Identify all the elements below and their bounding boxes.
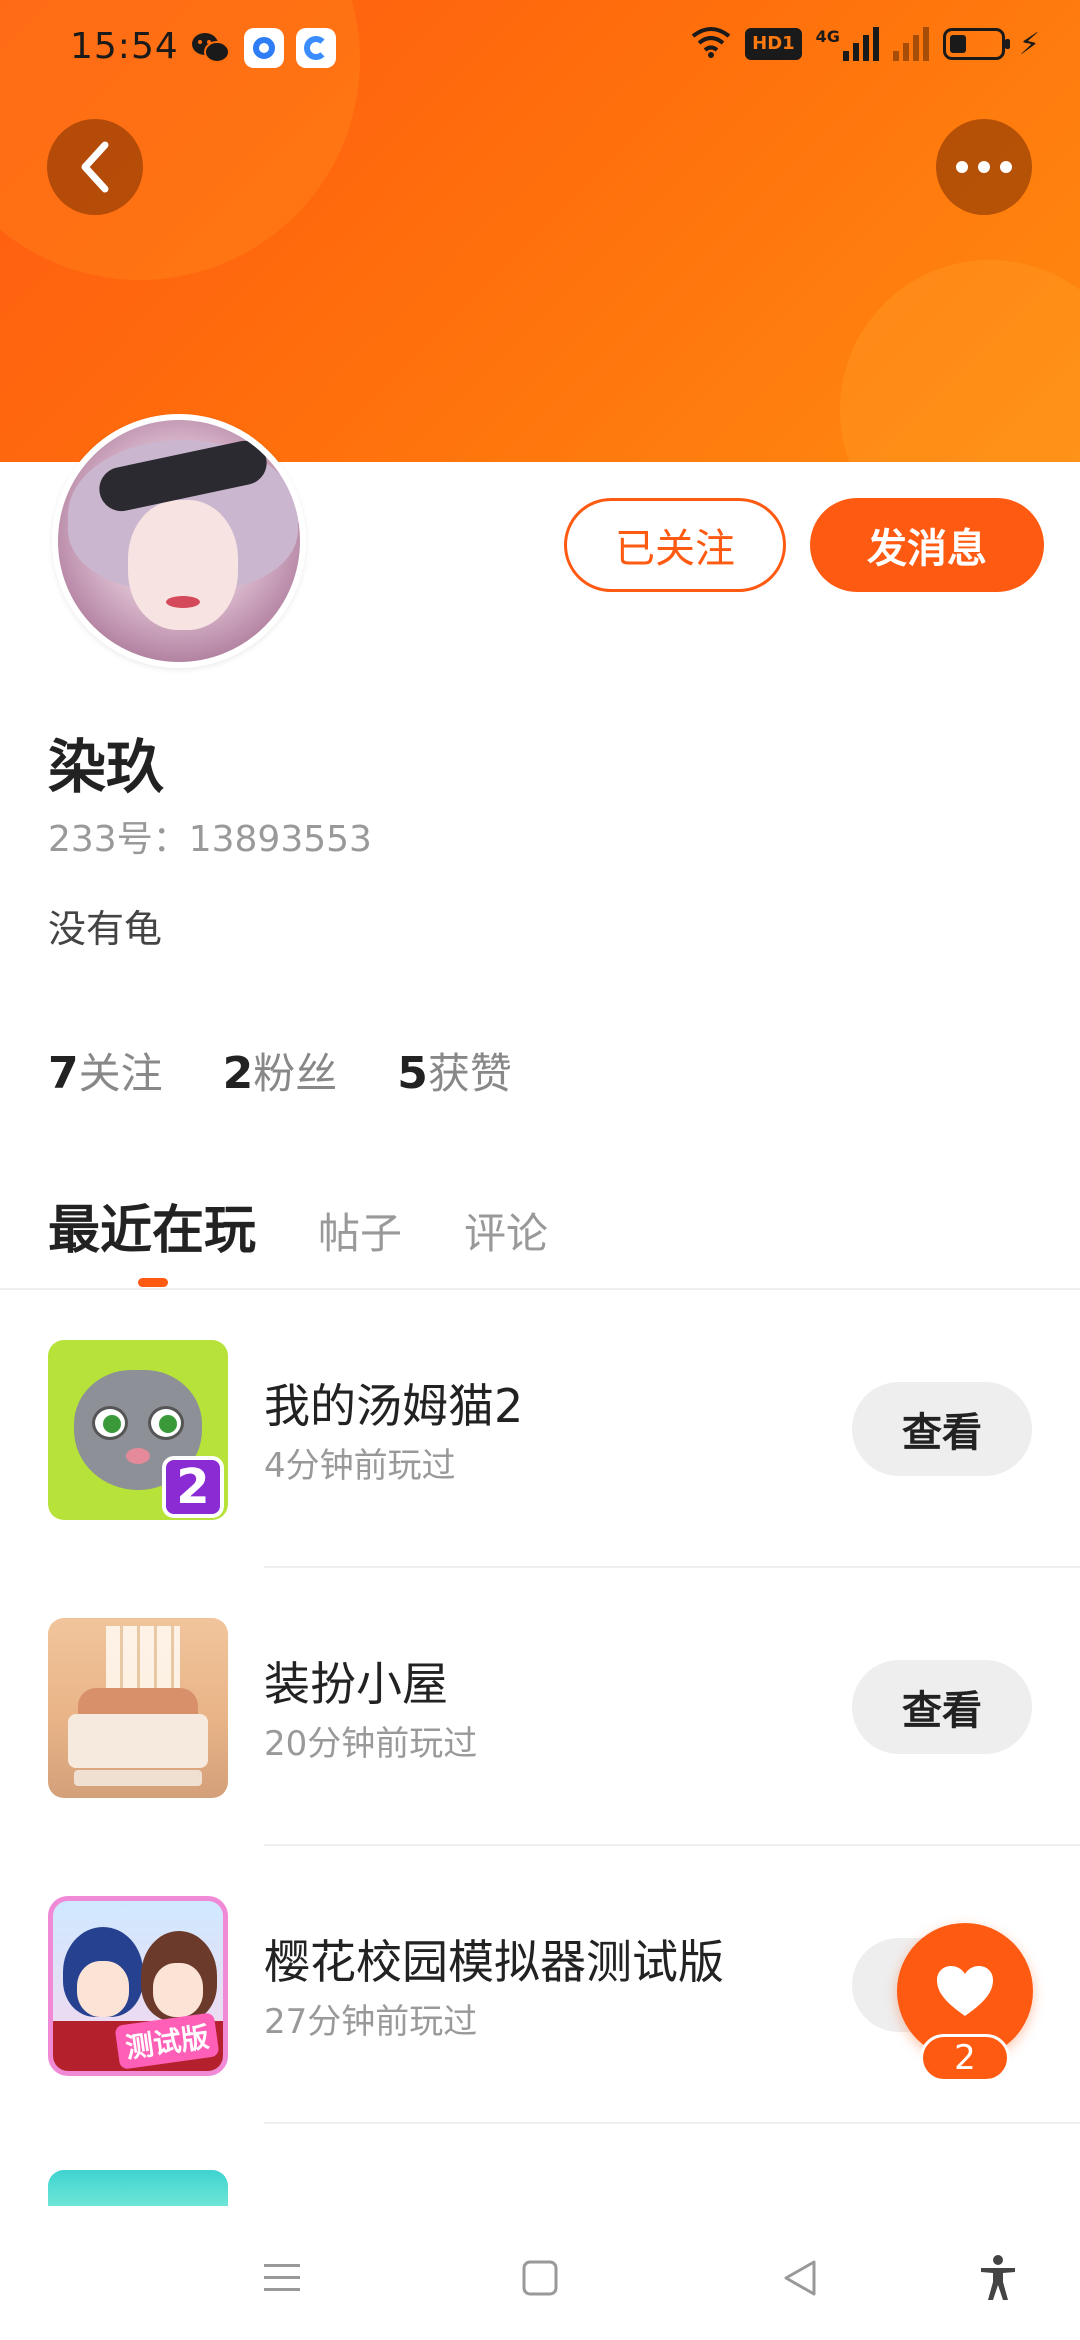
divider: [264, 2122, 1080, 2124]
signal-4g-icon: 4G: [816, 27, 879, 61]
stat-label: 关注: [78, 1049, 163, 1098]
status-right-icons: HD1 4G ⚡: [691, 26, 1040, 62]
game-icon-partial[interactable]: [48, 2170, 228, 2206]
game-badge: 2: [162, 1456, 224, 1518]
game-last-played: 27分钟前玩过: [264, 2002, 478, 2042]
send-message-button[interactable]: 发消息: [810, 498, 1044, 592]
tab-posts[interactable]: 帖子: [318, 1200, 402, 1261]
battery-icon: [942, 28, 1010, 60]
followed-button[interactable]: 已关注: [564, 498, 786, 592]
active-tab-indicator: [138, 1278, 168, 1287]
game-last-played: 4分钟前玩过: [264, 1446, 456, 1486]
username: 染玖: [48, 733, 165, 801]
menu-icon[interactable]: [252, 2248, 312, 2308]
accessibility-icon[interactable]: [968, 2248, 1028, 2308]
list-item[interactable]: 2 我的汤姆猫2 4分钟前玩过 查看: [0, 1290, 1080, 1568]
signal-icon: [892, 27, 929, 61]
sakura-school-icon[interactable]: 测试版: [48, 1896, 228, 2076]
tom-cat-icon[interactable]: 2: [48, 1340, 228, 1520]
stat-label: 粉丝: [253, 1049, 338, 1098]
more-button[interactable]: [936, 119, 1032, 215]
game-last-played: 20分钟前玩过: [264, 1724, 478, 1764]
hd-icon: HD1: [745, 28, 802, 60]
like-count: 2: [920, 2034, 1010, 2082]
wifi-icon: [691, 26, 731, 62]
browser-icon: [244, 28, 284, 68]
charging-icon: ⚡: [1018, 26, 1040, 62]
qq-browser-icon: [296, 28, 336, 68]
system-nav-bar: [0, 2208, 1080, 2340]
status-app-icons: [188, 28, 336, 68]
game-name: 装扮小屋: [264, 1657, 448, 1711]
user-bio: 没有龟: [48, 907, 163, 951]
tab-comments[interactable]: 评论: [464, 1200, 548, 1261]
view-button[interactable]: 查看: [852, 1660, 1032, 1754]
back-button[interactable]: [47, 119, 143, 215]
room-icon[interactable]: [48, 1618, 228, 1798]
stat-number: 7: [48, 1048, 79, 1099]
user-id: 233号：13893553: [48, 819, 372, 860]
wechat-icon: [188, 28, 232, 68]
status-bar: 15:54 HD1 4G ⚡: [0, 0, 1080, 96]
status-time: 15:54: [70, 26, 179, 67]
stat-likes[interactable]: 5 获赞: [397, 1040, 512, 1101]
profile-tabs: 最近在玩 帖子 评论: [48, 1188, 548, 1263]
view-button[interactable]: 查看: [852, 1382, 1032, 1476]
stat-followers[interactable]: 2 粉丝: [223, 1040, 338, 1101]
stat-number: 2: [222, 1048, 254, 1099]
list-item[interactable]: 装扮小屋 20分钟前玩过 查看: [0, 1568, 1080, 1846]
more-dots-icon: [956, 161, 1012, 173]
tab-recently-played[interactable]: 最近在玩: [48, 1188, 256, 1263]
stat-following[interactable]: 7 关注: [48, 1040, 163, 1101]
stat-number: 5: [397, 1048, 428, 1099]
chevron-left-icon: [81, 141, 109, 193]
back-triangle-icon[interactable]: [770, 2248, 830, 2308]
home-square-icon[interactable]: [510, 2248, 570, 2308]
stat-label: 获赞: [427, 1049, 512, 1098]
profile-screen: 15:54 HD1 4G ⚡ 已关注 发消息 染玖 233号：13893553 …: [0, 0, 1080, 2340]
game-name: 樱花校园模拟器测试版: [264, 1935, 724, 1989]
game-name: 我的汤姆猫2: [264, 1379, 524, 1433]
avatar[interactable]: [52, 414, 306, 668]
profile-stats: 7 关注 2 粉丝 5 获赞: [48, 1040, 512, 1101]
heart-icon: [937, 1966, 993, 2016]
